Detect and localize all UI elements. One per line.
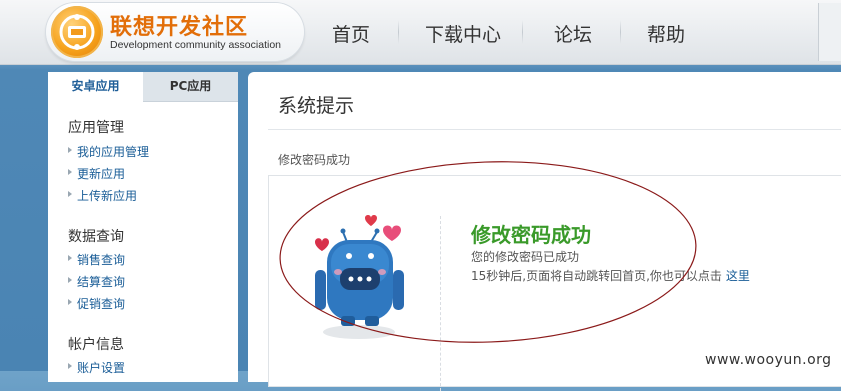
message-divider	[440, 216, 441, 391]
site-logo[interactable]: 联想开发社区 Development community association	[46, 3, 304, 61]
tab-pc-apps[interactable]: PC应用	[143, 72, 238, 102]
divider	[268, 129, 841, 130]
nav-download-center[interactable]: 下载中心	[425, 20, 501, 47]
sidebar-tabs: 安卓应用 PC应用	[48, 72, 238, 102]
robot-mascot-icon	[307, 206, 417, 341]
redirect-notice-text: 15秒钟后,页面将自动跳转回首页,你也可以点击	[471, 269, 722, 283]
section-title-data-query: 数据查询	[68, 229, 124, 245]
main-panel: 系统提示 修改密码成功 修改密码成功 您的修改密码已成功 15秒钟后,页面将自动…	[248, 72, 841, 391]
sidebar-item-my-apps[interactable]: 我的应用管理	[68, 143, 149, 160]
success-heading: 修改密码成功	[471, 223, 591, 247]
logo-badge-icon	[51, 6, 103, 58]
watermark: www.wooyun.org	[705, 352, 832, 368]
tab-android-apps[interactable]: 安卓应用	[48, 72, 143, 101]
sidebar-item-settlement-query[interactable]: 结算查询	[68, 273, 125, 290]
nav-separator	[620, 20, 621, 44]
redirect-notice: 15秒钟后,页面将自动跳转回首页,你也可以点击 这里	[471, 267, 750, 284]
sidebar-item-update-app[interactable]: 更新应用	[68, 165, 125, 182]
nav-forum[interactable]: 论坛	[554, 20, 592, 47]
page-title: 系统提示	[278, 95, 355, 117]
header-right-panel	[818, 3, 841, 61]
section-title-app-management: 应用管理	[68, 120, 124, 136]
sidebar-item-sales-query[interactable]: 销售查询	[68, 251, 125, 268]
success-detail: 您的修改密码已成功	[471, 250, 580, 264]
sidebar-item-promotion-query[interactable]: 促销查询	[68, 295, 125, 312]
nav-home[interactable]: 首页	[332, 20, 370, 47]
top-header: 联想开发社区 Development community association…	[0, 0, 841, 65]
logo-title: 联想开发社区	[110, 15, 249, 40]
sidebar-item-account-settings[interactable]: 账户设置	[68, 359, 125, 376]
nav-separator	[398, 20, 399, 44]
breadcrumb: 修改密码成功	[278, 153, 351, 167]
sidebar: 安卓应用 PC应用 应用管理 我的应用管理 更新应用 上传新应用 数据查询 销售…	[48, 72, 238, 382]
logo-subtitle: Development community association	[110, 39, 281, 51]
redirect-here-link[interactable]: 这里	[726, 269, 750, 283]
section-title-account-info: 帐户信息	[68, 337, 124, 353]
nav-help[interactable]: 帮助	[647, 20, 685, 47]
sidebar-item-upload-app[interactable]: 上传新应用	[68, 187, 137, 204]
nav-separator	[522, 20, 523, 44]
